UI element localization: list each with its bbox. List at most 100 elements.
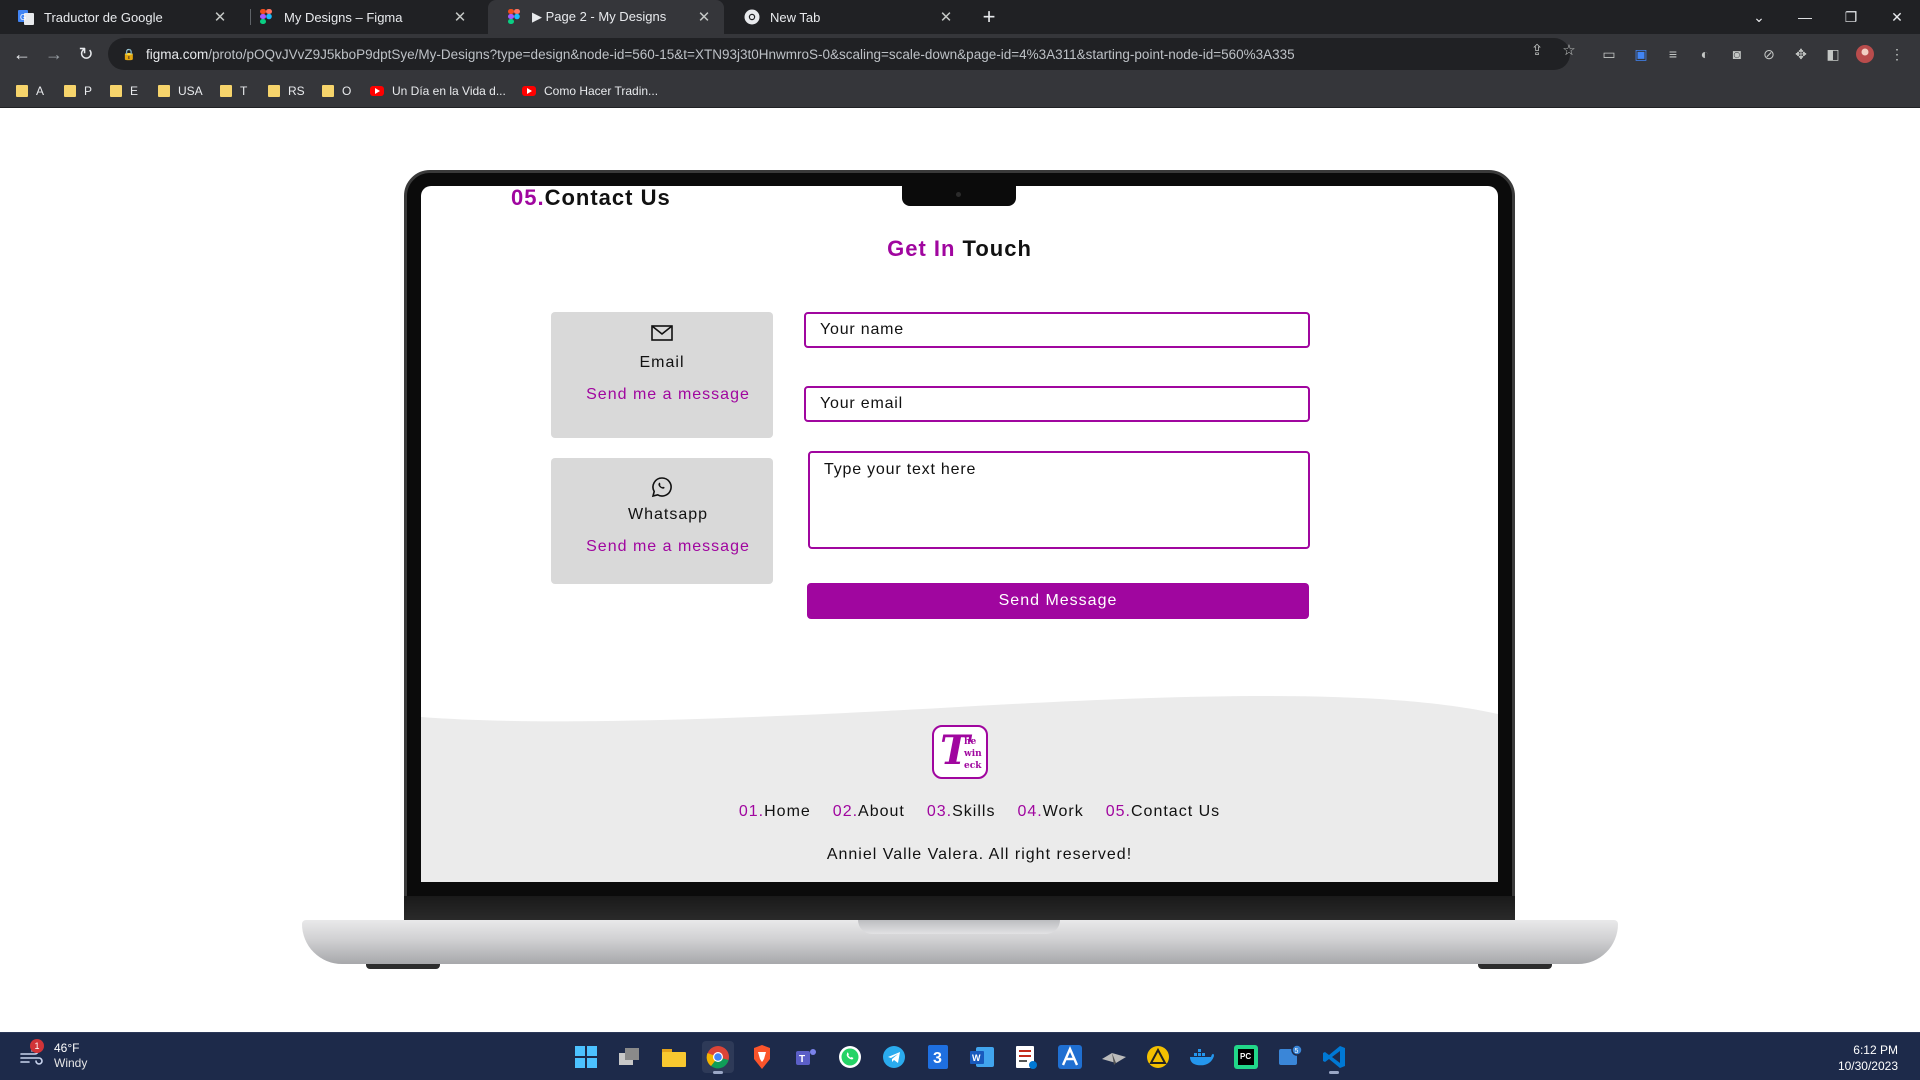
tab-page-2-my-designs[interactable]: ▶ Page 2 - My Designs ✕ bbox=[488, 0, 724, 34]
address-bar[interactable]: 🔒 figma.com/proto/pOQvJVvZ9J5kboP9dptSye… bbox=[108, 38, 1570, 70]
svg-text:W: W bbox=[972, 1053, 981, 1063]
weather-widget[interactable]: 1 46°F Windy bbox=[18, 1039, 87, 1071]
snipping-tool-icon[interactable] bbox=[1010, 1041, 1042, 1073]
nav-number: 05. bbox=[1105, 803, 1131, 820]
footer-nav-skills[interactable]: 03.Skills bbox=[927, 803, 996, 821]
chrome-icon[interactable] bbox=[702, 1041, 734, 1074]
running-indicator bbox=[1329, 1071, 1339, 1074]
svg-text:G: G bbox=[20, 13, 26, 22]
bookmark-folder-a[interactable]: A bbox=[16, 82, 44, 100]
file-explorer-icon[interactable] bbox=[658, 1041, 690, 1073]
clock-date: 10/30/2023 bbox=[1837, 1059, 1898, 1073]
menu-kebab-icon[interactable]: ⋮ bbox=[1888, 45, 1906, 63]
camera-icon bbox=[956, 192, 961, 197]
close-icon[interactable]: ✕ bbox=[938, 8, 954, 26]
cast-icon[interactable]: ▭ bbox=[1600, 45, 1618, 63]
word-icon[interactable]: W bbox=[966, 1041, 998, 1073]
bookmark-youtube-1[interactable]: Un Día en la Vida d... bbox=[370, 82, 506, 100]
whatsapp-icon[interactable] bbox=[834, 1041, 866, 1073]
logo-letter: eck bbox=[964, 761, 982, 771]
docker-icon[interactable] bbox=[1186, 1041, 1218, 1073]
warning-app-icon[interactable] bbox=[1142, 1041, 1174, 1073]
brave-icon[interactable] bbox=[746, 1041, 778, 1073]
section-heading: 05.Contact Us bbox=[511, 186, 671, 211]
restore-icon[interactable]: ❐ bbox=[1828, 0, 1874, 34]
folder-icon bbox=[110, 85, 122, 97]
laptop-foot bbox=[1478, 964, 1552, 969]
bookmark-youtube-2[interactable]: Como Hacer Tradin... bbox=[522, 82, 658, 100]
tab-new-tab[interactable]: New Tab ✕ bbox=[726, 0, 966, 34]
tab-google-translate[interactable]: G Traductor de Google ✕ bbox=[0, 0, 240, 34]
tab-search-chevron-icon[interactable]: ⌄ bbox=[1736, 0, 1782, 34]
bookmark-folder-p[interactable]: P bbox=[64, 82, 92, 100]
thetwineck-logo[interactable]: T he win eck bbox=[932, 725, 988, 779]
forward-arrow-icon[interactable]: → bbox=[40, 40, 68, 68]
logo-letter: win bbox=[964, 749, 982, 759]
bookmark-folder-e[interactable]: E bbox=[110, 82, 138, 100]
puzzle-extensions-icon[interactable]: ✥ bbox=[1792, 45, 1810, 63]
url-path: /proto/pOQvJVvZ9J5kboP9dptSye/My-Designs… bbox=[208, 46, 1295, 62]
footer-nav-contact[interactable]: 05.Contact Us bbox=[1106, 803, 1220, 821]
close-icon[interactable]: ✕ bbox=[212, 8, 228, 26]
taskbar-app-icon[interactable]: 5 bbox=[1274, 1041, 1306, 1073]
task-view-icon[interactable] bbox=[614, 1041, 646, 1073]
name-placeholder: Your name bbox=[820, 321, 904, 338]
dark-reader-icon[interactable]: ◐ bbox=[1696, 45, 1714, 63]
telegram-icon[interactable] bbox=[878, 1041, 910, 1073]
email-input[interactable]: Your email bbox=[804, 386, 1310, 422]
minimize-icon[interactable]: — bbox=[1782, 0, 1828, 34]
profile-avatar[interactable] bbox=[1856, 45, 1874, 63]
extension-icon[interactable]: ≡ bbox=[1664, 45, 1682, 63]
reload-icon[interactable]: ↻ bbox=[72, 40, 100, 68]
3-app-icon[interactable]: 3 bbox=[922, 1041, 954, 1073]
nav-label: Skills bbox=[952, 803, 996, 820]
email-send-link[interactable]: Send me a message bbox=[551, 386, 773, 404]
envelope-icon bbox=[651, 324, 673, 342]
picture-in-picture-icon[interactable]: ◙ bbox=[1728, 45, 1746, 63]
bookmark-folder-usa[interactable]: USA bbox=[158, 82, 203, 100]
svg-text:PC: PC bbox=[1240, 1052, 1251, 1061]
footer-nav-home[interactable]: 01.Home bbox=[739, 803, 811, 821]
whatsapp-send-link[interactable]: Send me a message bbox=[551, 538, 773, 556]
footer-nav-work[interactable]: 04.Work bbox=[1017, 803, 1083, 821]
bookmark-folder-o[interactable]: O bbox=[322, 82, 351, 100]
copyright-text: Anniel Valle Valera. All right reserved! bbox=[826, 846, 1133, 863]
side-panel-icon[interactable]: ◧ bbox=[1824, 45, 1842, 63]
nav-number: 02. bbox=[832, 803, 859, 820]
window-close-icon[interactable]: ✕ bbox=[1874, 0, 1920, 34]
laptop-opening-lip bbox=[858, 920, 1060, 934]
url-host: figma.com bbox=[146, 46, 209, 62]
windows-start-icon[interactable] bbox=[570, 1041, 602, 1073]
laptop-hinge bbox=[404, 896, 1515, 920]
back-arrow-icon[interactable]: ← bbox=[8, 40, 36, 68]
url-text: figma.com/proto/pOQvJVvZ9J5kboP9dptSye/M… bbox=[146, 47, 1376, 62]
nav-number: 01. bbox=[738, 803, 765, 820]
nav-label: Home bbox=[764, 803, 811, 820]
close-icon[interactable]: ✕ bbox=[696, 8, 712, 26]
lock-icon: 🔒 bbox=[122, 48, 136, 61]
browser-tab-strip: G Traductor de Google ✕ My Designs – Fig… bbox=[0, 0, 1920, 34]
close-icon[interactable]: ✕ bbox=[452, 8, 468, 26]
bookmark-folder-t[interactable]: T bbox=[220, 82, 247, 100]
footer-nav-about[interactable]: 02.About bbox=[833, 803, 905, 821]
bookmark-folder-rs[interactable]: RS bbox=[268, 82, 305, 100]
vscode-icon[interactable] bbox=[1318, 1041, 1350, 1074]
vector-app-icon[interactable] bbox=[1054, 1041, 1086, 1073]
google-translate-extension-icon[interactable]: ▣ bbox=[1632, 45, 1650, 63]
teams-icon[interactable]: T bbox=[790, 1041, 822, 1073]
system-clock[interactable]: 6:12 PM 10/30/2023 bbox=[1838, 1042, 1898, 1074]
share-icon[interactable]: ⇪ bbox=[1528, 42, 1546, 60]
message-placeholder: Type your text here bbox=[824, 461, 977, 478]
bookmark-star-icon[interactable]: ☆ bbox=[1560, 42, 1578, 60]
send-message-button[interactable]: Send Message bbox=[807, 583, 1309, 619]
new-tab-button[interactable]: + bbox=[976, 4, 1002, 30]
pycharm-icon[interactable]: PC bbox=[1230, 1041, 1262, 1073]
tab-my-designs-figma[interactable]: My Designs – Figma ✕ bbox=[240, 0, 480, 34]
folder-icon bbox=[322, 85, 334, 97]
compass-icon[interactable]: ⊘ bbox=[1760, 45, 1778, 63]
name-input[interactable]: Your name bbox=[804, 312, 1310, 348]
dark-app-icon[interactable] bbox=[1098, 1041, 1130, 1073]
message-textarea[interactable]: Type your text here bbox=[808, 451, 1310, 549]
bookmark-label: E bbox=[130, 84, 139, 98]
youtube-icon bbox=[522, 86, 536, 96]
